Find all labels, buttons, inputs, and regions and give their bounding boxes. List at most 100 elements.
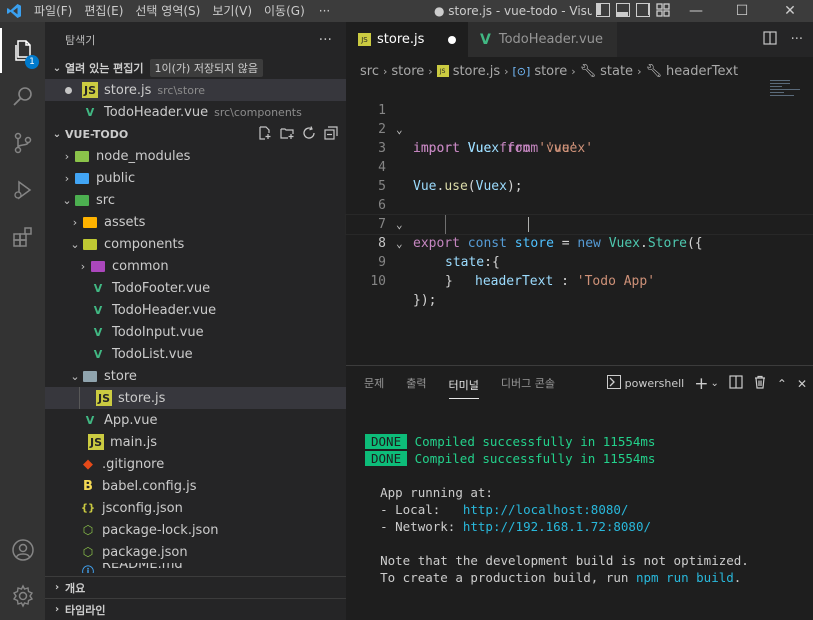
- local-url-link[interactable]: http://localhost:8080/: [463, 502, 629, 517]
- tree-item-folder[interactable]: ⌄ src: [45, 189, 346, 211]
- code-token: }: [445, 274, 453, 289]
- close-panel-icon[interactable]: ✕: [797, 377, 807, 391]
- code-line-current: 8 headerText : 'Todo App': [345, 214, 813, 289]
- more-actions-icon[interactable]: ···: [791, 32, 803, 47]
- breadcrumb-item[interactable]: store.js: [453, 64, 500, 79]
- maximize-panel-icon[interactable]: ⌃: [777, 377, 787, 391]
- timeline-header[interactable]: › 타임라인: [45, 598, 346, 620]
- settings-gear-icon[interactable]: [0, 573, 45, 618]
- tree-item-folder[interactable]: › common: [45, 255, 346, 277]
- terminal-line: DONE Compiled successfully in 11554ms: [365, 450, 749, 467]
- search-icon[interactable]: [0, 74, 45, 119]
- breadcrumb-item[interactable]: store: [391, 64, 424, 79]
- menu-edit[interactable]: 편집(E): [78, 0, 129, 22]
- tree-item-file[interactable]: V TodoInput.vue: [45, 321, 346, 343]
- vue-file-icon: V: [93, 347, 103, 361]
- terminal-command: npm run build: [635, 570, 734, 585]
- extensions-icon[interactable]: [0, 214, 45, 259]
- tree-item-folder[interactable]: › public: [45, 167, 346, 189]
- outline-label: 개요: [65, 581, 86, 595]
- tree-item-file[interactable]: ⓘ README.md: [45, 563, 346, 573]
- tab-store-js[interactable]: JS store.js: [346, 22, 468, 57]
- menu-selection[interactable]: 선택 영역(S): [129, 0, 206, 22]
- collapse-all-icon[interactable]: [324, 126, 338, 140]
- network-url-link[interactable]: http://192.168.1.72:8080/: [463, 519, 651, 534]
- refresh-icon[interactable]: [302, 126, 316, 140]
- breadcrumb-item[interactable]: headerText: [666, 64, 738, 79]
- chevron-right-icon: ›: [428, 64, 433, 78]
- tree-item-file[interactable]: JS main.js: [45, 431, 346, 453]
- unsaved-dot-icon[interactable]: [65, 86, 72, 94]
- tab-todoheader-vue[interactable]: V TodoHeader.vue: [468, 22, 617, 57]
- explorer-more-button[interactable]: ···: [319, 32, 332, 48]
- open-editor-item[interactable]: V TodoHeader.vue src\components: [45, 101, 346, 123]
- jsconfig-file-icon: {}: [80, 502, 96, 514]
- outline-header[interactable]: › 개요: [45, 576, 346, 598]
- tree-item-file[interactable]: ◆ .gitignore: [45, 453, 346, 475]
- close-button[interactable]: ✕: [767, 0, 813, 22]
- tree-item-file-active[interactable]: JS store.js: [45, 387, 346, 409]
- tree-item-folder[interactable]: › assets: [45, 211, 346, 233]
- explorer-icon[interactable]: 1: [0, 28, 45, 73]
- tree-item-label: components: [104, 236, 185, 252]
- new-file-icon[interactable]: [258, 126, 272, 140]
- folder-node-icon: [74, 148, 90, 164]
- tab-problems[interactable]: 문제: [364, 366, 384, 401]
- tree-item-file[interactable]: V TodoFooter.vue: [45, 277, 346, 299]
- trash-icon[interactable]: [753, 375, 767, 392]
- menu-more[interactable]: ···: [311, 0, 338, 22]
- menu-view[interactable]: 보기(V): [206, 0, 258, 22]
- breadcrumb-item[interactable]: src: [360, 64, 379, 79]
- tree-item-file[interactable]: B babel.config.js: [45, 475, 346, 497]
- project-header[interactable]: ⌄ VUE-TODO: [45, 123, 346, 145]
- maximize-button[interactable]: ☐: [719, 0, 765, 22]
- tree-item-label: main.js: [110, 434, 157, 450]
- customize-layout-icon[interactable]: [656, 3, 670, 17]
- accounts-icon[interactable]: [0, 527, 45, 572]
- tree-item-file[interactable]: V App.vue: [45, 409, 346, 431]
- minimize-button[interactable]: —: [673, 0, 719, 22]
- tree-item-folder[interactable]: ⌄ components: [45, 233, 346, 255]
- menu-file[interactable]: 파일(F): [28, 0, 78, 22]
- unsaved-dot-icon[interactable]: [448, 35, 456, 44]
- tree-item-file[interactable]: ⬡ package.json: [45, 541, 346, 563]
- tab-debug-console[interactable]: 디버그 콘솔: [501, 366, 555, 401]
- source-control-icon[interactable]: [0, 120, 45, 165]
- chevron-right-icon: ›: [64, 149, 70, 163]
- folder-src-icon: [74, 192, 90, 208]
- terminal-output[interactable]: DONE Compiled successfully in 11554ms DON…: [365, 416, 749, 620]
- title-bar: 파일(F) 편집(E) 선택 영역(S) 보기(V) 이동(G) ··· ● s…: [0, 0, 813, 22]
- tree-item-file[interactable]: V TodoList.vue: [45, 343, 346, 365]
- minimap[interactable]: [770, 80, 804, 100]
- tree-item-file[interactable]: ⬡ package-lock.json: [45, 519, 346, 541]
- tree-item-label: common: [112, 258, 169, 274]
- tree-item-label: public: [96, 170, 136, 186]
- code-editor[interactable]: 1 ⌄ import Vue from 'vue' 2 import Vuex …: [345, 82, 813, 365]
- open-editors-header[interactable]: ⌄ 열려 있는 편집기 1이(가) 저장되지 않음: [45, 57, 346, 79]
- vue-file-icon: V: [93, 281, 103, 295]
- tree-item-folder[interactable]: › node_modules: [45, 145, 346, 167]
- toggle-sidebar-icon[interactable]: [596, 3, 610, 17]
- code-line: 6 ⌄ export const store = new Vuex.Store(…: [346, 177, 813, 251]
- new-terminal-icon[interactable]: +: [694, 374, 708, 394]
- tree-item-file[interactable]: {} jsconfig.json: [45, 497, 346, 519]
- run-debug-icon[interactable]: [0, 167, 45, 212]
- tab-terminal[interactable]: 터미널: [448, 373, 479, 399]
- tree-item-folder[interactable]: ⌄ store: [45, 365, 346, 387]
- menu-go[interactable]: 이동(G): [258, 0, 311, 22]
- tab-output[interactable]: 출력: [406, 366, 426, 401]
- breadcrumb-item[interactable]: state: [600, 64, 633, 79]
- code-line: 1 ⌄ import Vue from 'vue': [346, 82, 813, 156]
- split-terminal-icon[interactable]: [729, 375, 743, 392]
- tree-item-label: babel.config.js: [102, 478, 197, 494]
- breadcrumb-item[interactable]: store: [534, 64, 567, 79]
- tree-item-file[interactable]: V TodoHeader.vue: [45, 299, 346, 321]
- line-number: 10: [370, 274, 386, 289]
- terminal-shell-name[interactable]: powershell: [625, 377, 685, 390]
- split-editor-icon[interactable]: [762, 30, 777, 49]
- open-editor-item[interactable]: JS store.js src\store: [45, 79, 346, 101]
- toggle-panel-icon[interactable]: [616, 3, 630, 17]
- toggle-secondary-sidebar-icon[interactable]: [636, 3, 650, 17]
- chevron-down-icon[interactable]: ⌄: [710, 378, 718, 389]
- new-folder-icon[interactable]: [280, 126, 294, 140]
